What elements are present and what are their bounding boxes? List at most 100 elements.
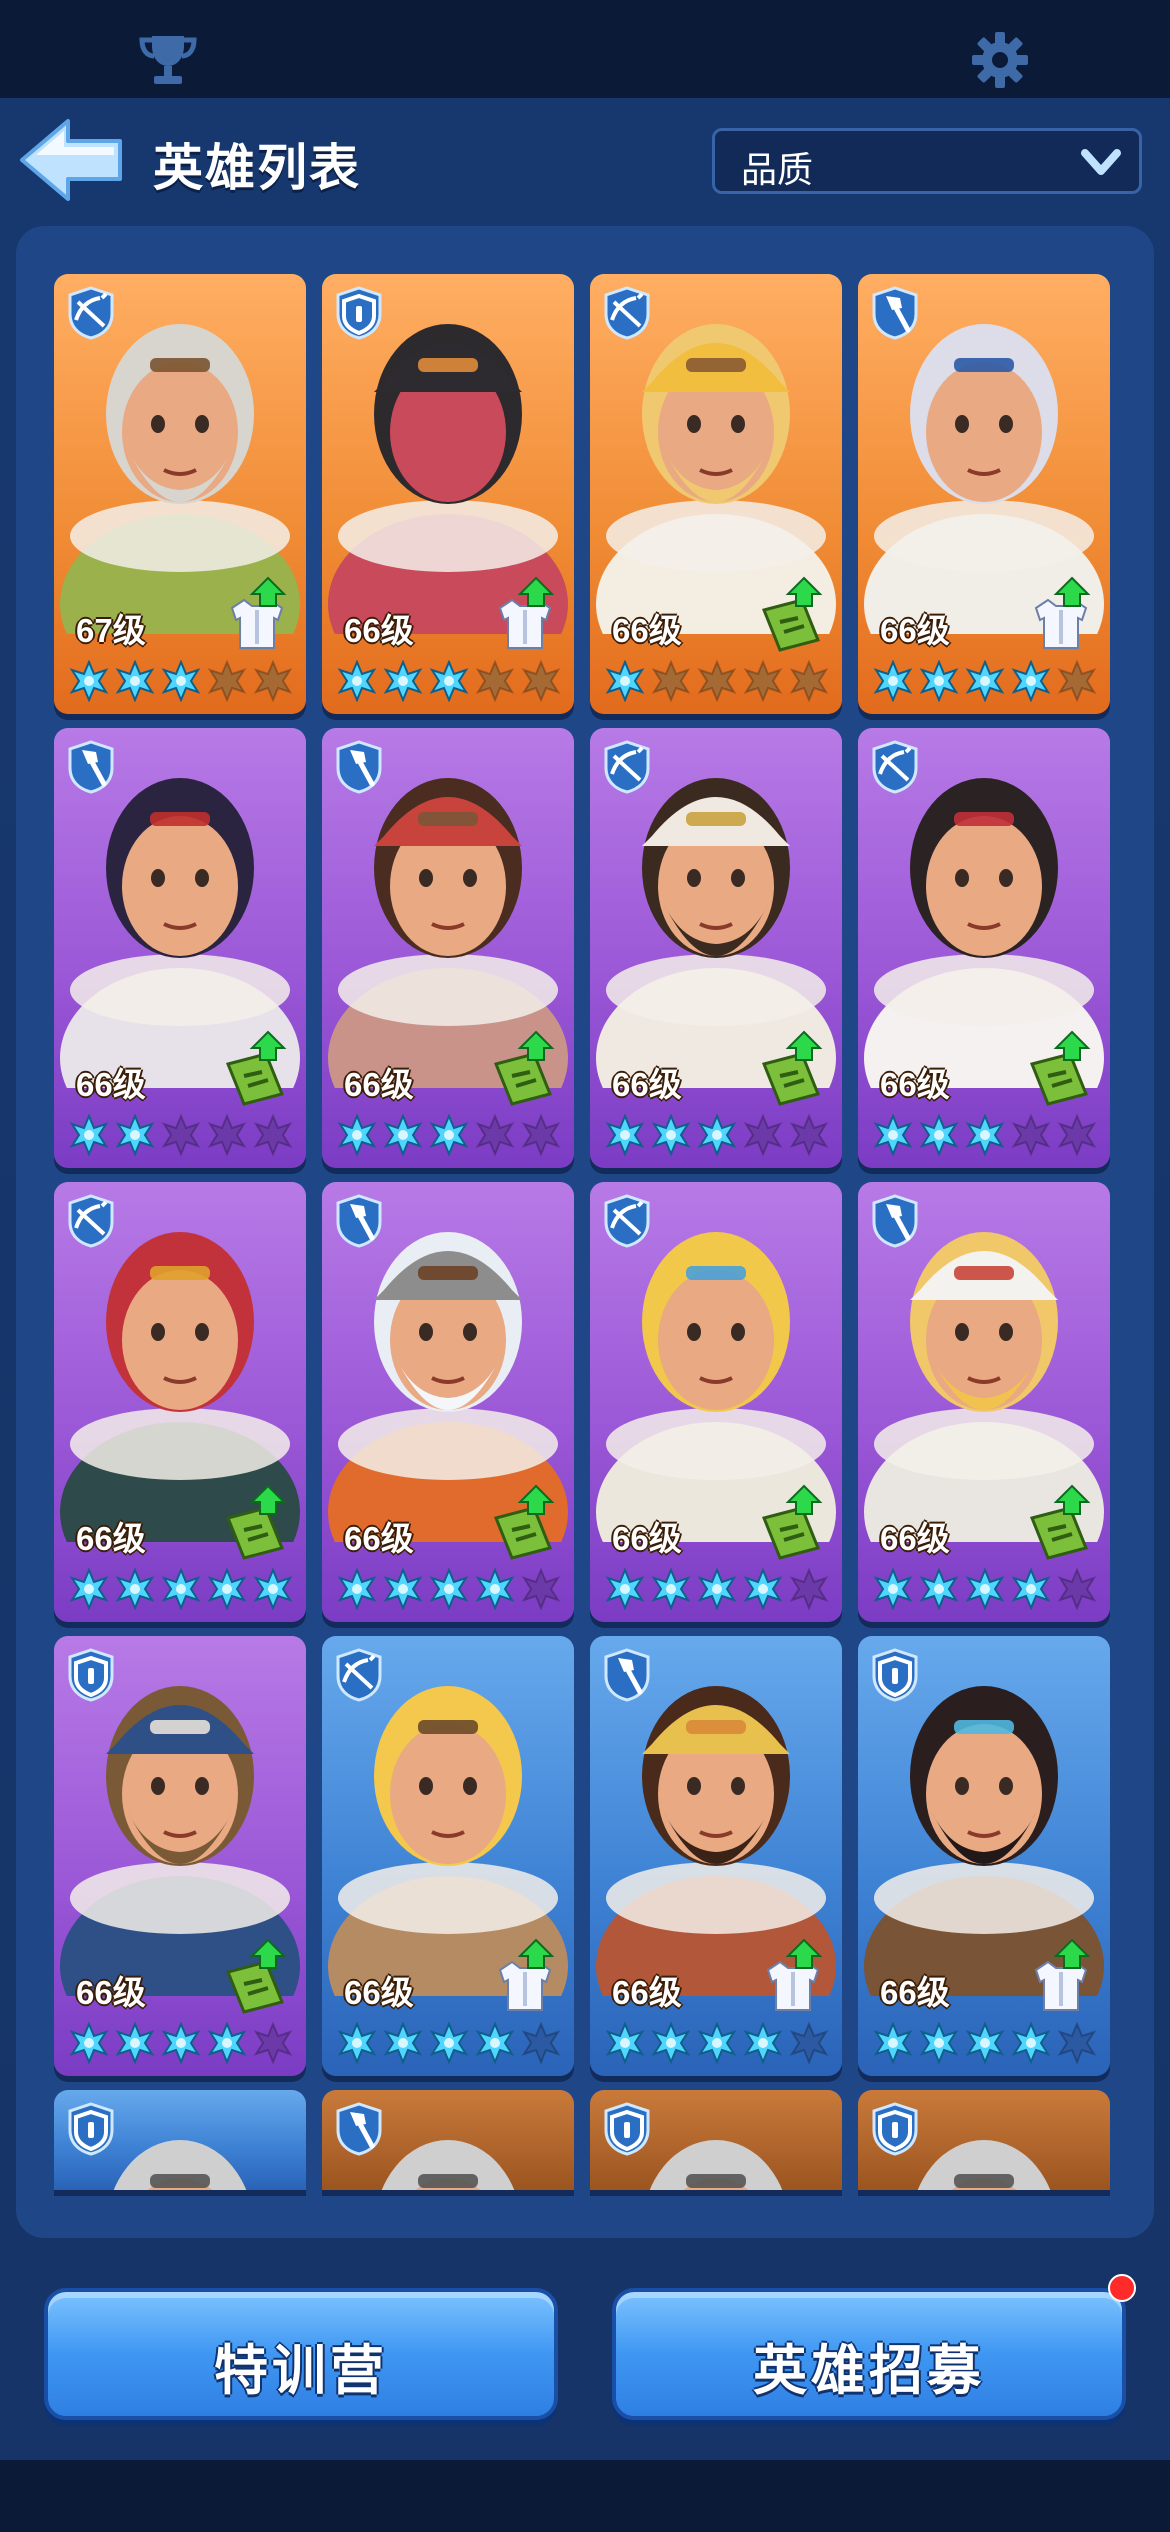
manual-upgrade-icon[interactable]	[1026, 1482, 1096, 1562]
star-filled-icon	[206, 1567, 248, 1611]
manual-upgrade-icon[interactable]	[222, 1482, 292, 1562]
hero-card[interactable]: 66级	[590, 1182, 842, 1622]
hero-level: 66级	[344, 1066, 414, 1103]
star-filled-icon	[918, 2021, 960, 2065]
star-empty-icon	[1056, 1567, 1098, 1611]
star-filled-icon	[742, 2021, 784, 2065]
shovel-icon	[870, 286, 920, 340]
manual-upgrade-icon[interactable]	[490, 1028, 560, 1108]
shovel-icon	[334, 740, 384, 794]
star-empty-icon	[788, 1567, 830, 1611]
hero-card[interactable]: 66级	[590, 728, 842, 1168]
manual-upgrade-icon[interactable]	[758, 574, 828, 654]
hero-card[interactable]: 66级	[322, 728, 574, 1168]
hero-card[interactable]	[322, 2090, 574, 2190]
hero-card[interactable]: 66级	[54, 728, 306, 1168]
star-filled-icon	[1010, 2021, 1052, 2065]
hero-card[interactable]: 66级	[858, 728, 1110, 1168]
star-filled-icon	[428, 659, 470, 703]
training-camp-button[interactable]: 特训营	[44, 2288, 558, 2420]
star-empty-icon	[206, 1113, 248, 1157]
hero-card[interactable]: 66级	[858, 274, 1110, 714]
hero-card[interactable]	[54, 2090, 306, 2190]
star-empty-icon	[520, 1567, 562, 1611]
crossbow-icon	[602, 286, 652, 340]
hero-card[interactable]: 66级	[322, 274, 574, 714]
shield-icon	[870, 2102, 920, 2156]
filter-selected-value: 品质	[741, 149, 814, 190]
star-rating	[68, 2021, 298, 2066]
manual-upgrade-icon[interactable]	[490, 1482, 560, 1562]
star-filled-icon	[1010, 1567, 1052, 1611]
hero-level: 66级	[612, 612, 682, 649]
star-empty-icon	[742, 1113, 784, 1157]
star-filled-icon	[964, 2021, 1006, 2065]
trophy-icon[interactable]	[136, 28, 200, 92]
star-filled-icon	[964, 659, 1006, 703]
hero-card[interactable]: 66级	[322, 1636, 574, 2076]
chevron-down-icon	[1081, 149, 1121, 175]
star-filled-icon	[68, 1567, 110, 1611]
hero-card[interactable]: 66级	[590, 1636, 842, 2076]
hero-level: 66级	[880, 1520, 950, 1557]
shovel-icon	[602, 1648, 652, 1702]
armor-upgrade-icon[interactable]	[222, 574, 292, 654]
star-filled-icon	[604, 1113, 646, 1157]
crossbow-icon	[334, 1648, 384, 1702]
star-empty-icon	[742, 659, 784, 703]
crossbow-icon	[66, 286, 116, 340]
hero-card[interactable]: 66级	[858, 1636, 1110, 2076]
shovel-icon	[870, 1194, 920, 1248]
manual-upgrade-icon[interactable]	[758, 1028, 828, 1108]
manual-upgrade-icon[interactable]	[222, 1936, 292, 2016]
star-empty-icon	[696, 659, 738, 703]
armor-upgrade-icon[interactable]	[490, 574, 560, 654]
armor-upgrade-icon[interactable]	[1026, 1936, 1096, 2016]
armor-upgrade-icon[interactable]	[1026, 574, 1096, 654]
back-button[interactable]	[16, 115, 126, 205]
star-empty-icon	[788, 2021, 830, 2065]
hero-card[interactable]: 66级	[322, 1182, 574, 1622]
quality-filter-dropdown[interactable]: 品质	[712, 128, 1142, 194]
hero-level: 66级	[76, 1974, 146, 2011]
manual-upgrade-icon[interactable]	[1026, 1028, 1096, 1108]
star-empty-icon	[160, 1113, 202, 1157]
star-empty-icon	[788, 1113, 830, 1157]
armor-upgrade-icon[interactable]	[490, 1936, 560, 2016]
hero-recruit-label: 英雄招募	[753, 2341, 985, 2401]
hero-level: 66级	[612, 1974, 682, 2011]
hero-card[interactable]: 67级	[54, 274, 306, 714]
star-filled-icon	[382, 659, 424, 703]
star-rating	[336, 2021, 566, 2066]
star-rating	[68, 659, 298, 704]
star-filled-icon	[650, 1113, 692, 1157]
hero-card[interactable]	[590, 2090, 842, 2190]
star-empty-icon	[520, 1113, 562, 1157]
star-filled-icon	[428, 1113, 470, 1157]
hero-card[interactable]: 66级	[590, 274, 842, 714]
hero-grid[interactable]: 67级 66级 66级 66级 66级 66级 66级 66级 66级 66级 66级 66级 66级 6…	[16, 226, 1154, 2238]
shovel-icon	[334, 1194, 384, 1248]
gear-icon[interactable]	[968, 28, 1032, 92]
crossbow-icon	[602, 1194, 652, 1248]
hero-card[interactable]: 66级	[858, 1182, 1110, 1622]
star-filled-icon	[68, 1113, 110, 1157]
hero-card[interactable]: 66级	[54, 1182, 306, 1622]
top-bar	[0, 0, 1170, 98]
star-rating	[604, 1567, 834, 1612]
star-filled-icon	[696, 1567, 738, 1611]
hero-card[interactable]	[858, 2090, 1110, 2190]
shield-icon	[870, 1648, 920, 1702]
hero-recruit-button[interactable]: 英雄招募	[612, 2288, 1126, 2420]
crossbow-icon	[870, 740, 920, 794]
hero-card[interactable]: 66级	[54, 1636, 306, 2076]
notification-dot	[1108, 2274, 1136, 2302]
manual-upgrade-icon[interactable]	[222, 1028, 292, 1108]
manual-upgrade-icon[interactable]	[758, 1482, 828, 1562]
armor-upgrade-icon[interactable]	[758, 1936, 828, 2016]
star-filled-icon	[872, 1113, 914, 1157]
star-filled-icon	[336, 1567, 378, 1611]
star-filled-icon	[474, 1567, 516, 1611]
star-filled-icon	[742, 1567, 784, 1611]
back-arrow-icon	[20, 119, 122, 201]
